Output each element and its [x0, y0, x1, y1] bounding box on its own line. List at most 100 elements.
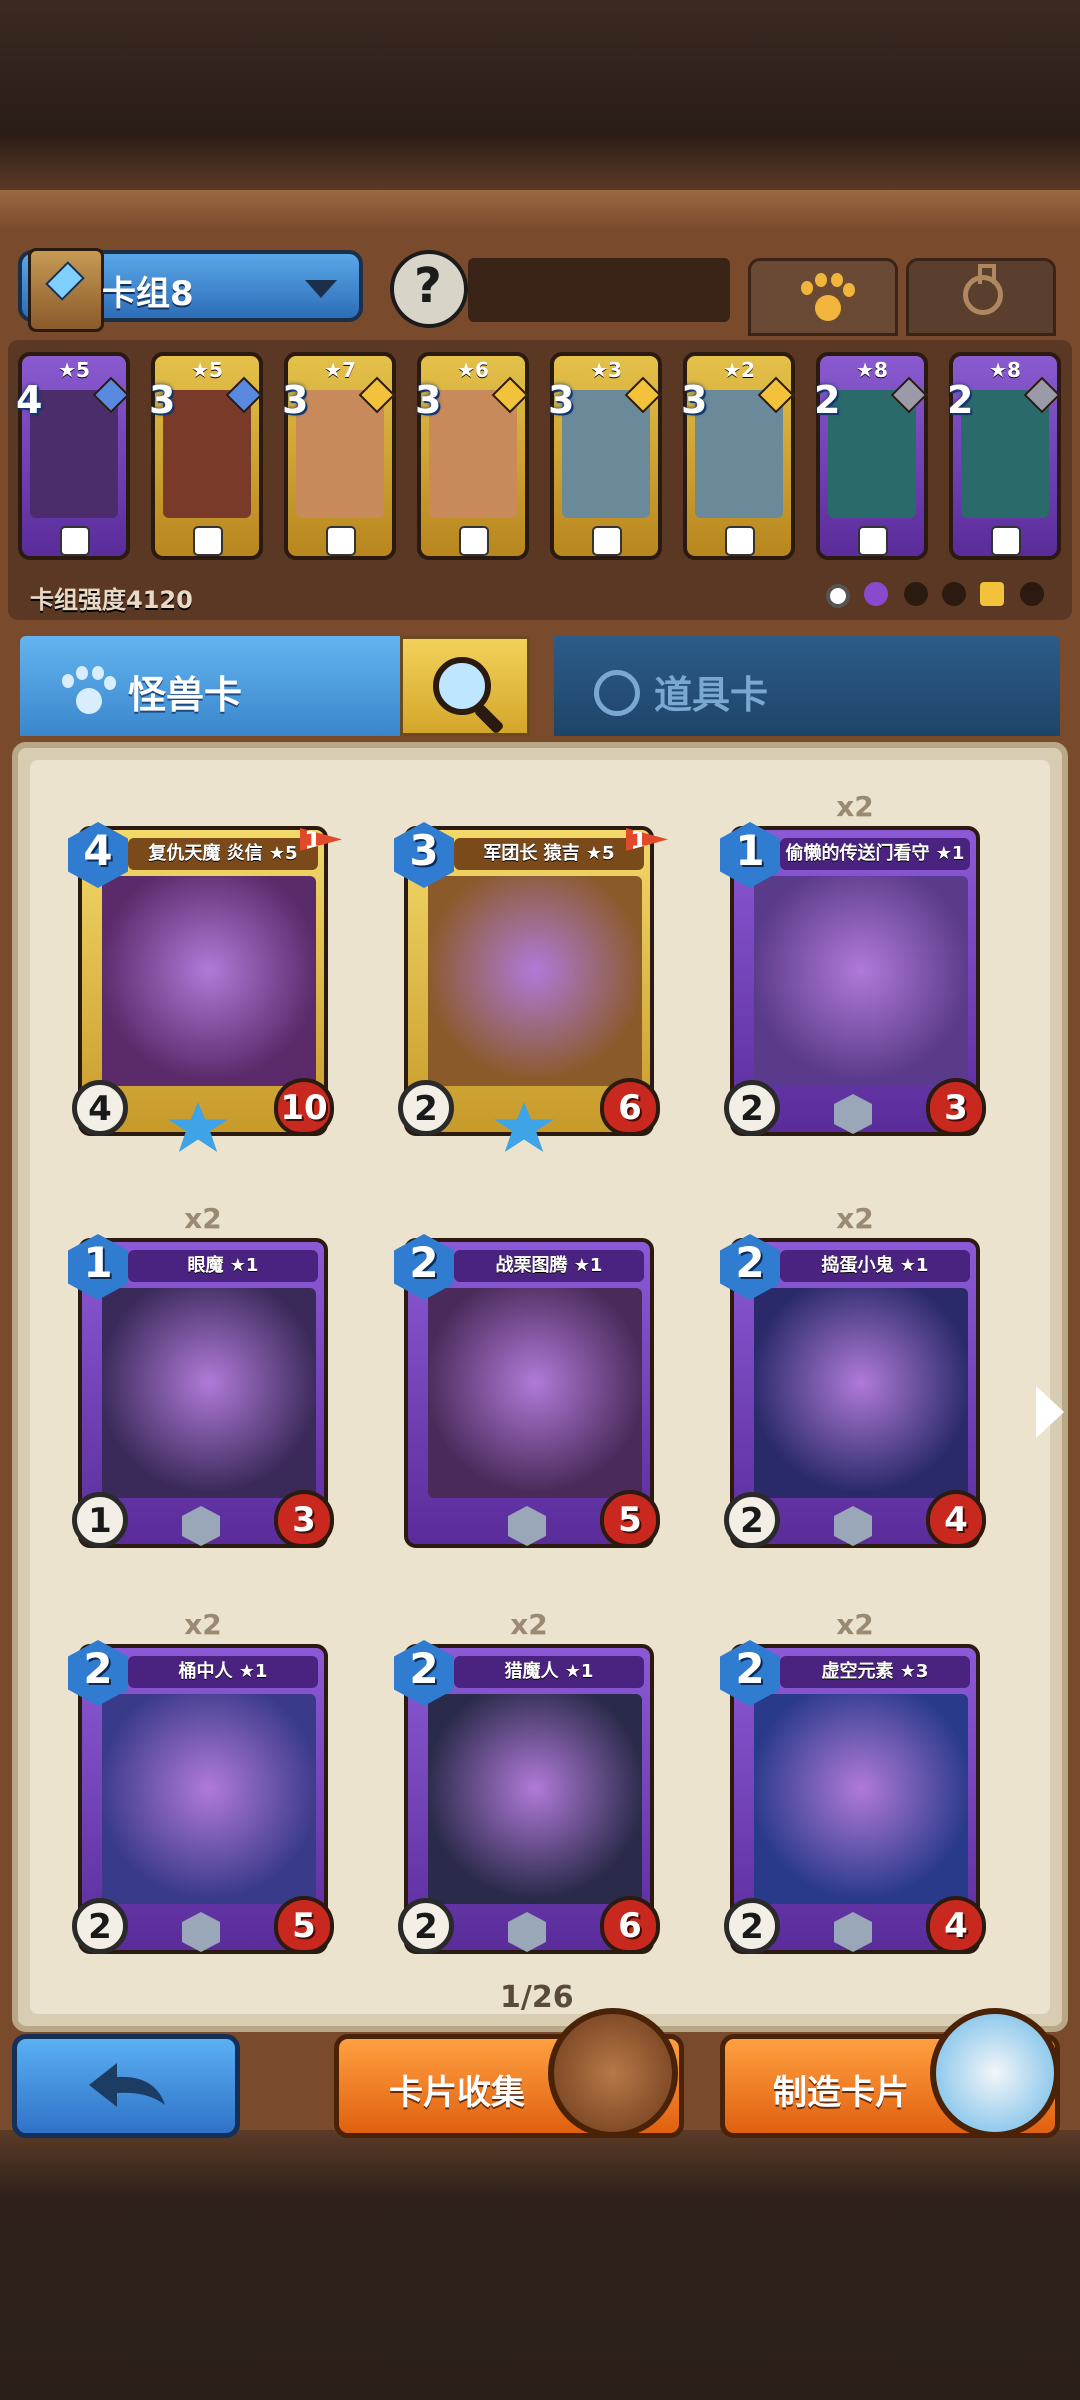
card-art	[428, 876, 642, 1086]
black-claw-icon[interactable]	[942, 582, 966, 606]
card-cost: 3	[149, 378, 176, 422]
health-heart-icon: 4	[926, 1896, 986, 1954]
collection-card[interactable]: 复仇天魔 炎信 ★5 4 10 4 1	[68, 822, 342, 1156]
health-heart-icon: 5	[600, 1490, 660, 1548]
card-health: 6	[618, 1088, 642, 1128]
card-art	[428, 1694, 642, 1904]
search-button[interactable]	[400, 636, 530, 736]
card-attack: 1	[88, 1501, 112, 1541]
card-attack: 2	[740, 1501, 764, 1541]
deck-name: 卡组8	[102, 274, 194, 314]
black-claw-icon[interactable]	[904, 582, 928, 606]
attack-circle: 2	[398, 1080, 454, 1136]
tab-item-label: 道具卡	[654, 673, 769, 717]
card-name: 眼魔 ★1	[128, 1250, 318, 1282]
back-button[interactable]	[12, 2034, 240, 2138]
dice-icon	[193, 526, 223, 556]
attack-circle: 2	[398, 1898, 454, 1954]
attack-circle: 2	[724, 1080, 780, 1136]
tab-item-deck[interactable]	[906, 258, 1056, 336]
category-tabs: 怪兽卡 道具卡	[20, 636, 1060, 736]
hero-name-box	[468, 258, 730, 322]
card-cost: 3	[415, 378, 442, 422]
deck-book-icon	[28, 248, 104, 332]
card-art	[961, 390, 1049, 518]
attack-circle: 2	[724, 1492, 780, 1548]
card-attack: 2	[740, 1089, 764, 1129]
tab-monster-deck[interactable]	[748, 258, 898, 336]
health-heart-icon: 3	[274, 1490, 334, 1548]
card-cost: 3	[282, 378, 309, 422]
collection-card[interactable]: x2 偷懒的传送门看守 ★1 1 3 2	[720, 790, 986, 1156]
deck-power: 卡组强度4120	[30, 586, 193, 614]
card-collection-icon[interactable]	[548, 2008, 678, 2138]
deck-card-slot[interactable]: ★7 3	[282, 352, 396, 560]
deck-card-slot[interactable]: ★8 2	[814, 352, 928, 560]
radio-selected-icon[interactable]	[826, 584, 850, 608]
potion-icon	[963, 264, 1003, 315]
card-name: 战栗图腾 ★1	[454, 1250, 644, 1282]
dice-icon	[991, 526, 1021, 556]
collection-card[interactable]: x2 猎魔人 ★1 2 6 2	[394, 1608, 660, 1974]
deck-card-slot[interactable]: ★3 3	[548, 352, 662, 560]
deck-card-slot[interactable]: ★2 3	[681, 352, 795, 560]
tab-monster-label: 怪兽卡	[128, 673, 243, 717]
collection-card[interactable]: x2 捣蛋小鬼 ★1 2 4 2	[720, 1202, 986, 1568]
health-heart-icon: 10	[274, 1078, 334, 1136]
card-copies: x2	[184, 1608, 222, 1641]
card-art	[163, 390, 251, 518]
card-art	[429, 390, 517, 518]
card-cost: 3	[548, 378, 575, 422]
deck-card-slot[interactable]: ★5 4	[16, 352, 130, 560]
gold-stack-icon[interactable]	[980, 582, 1004, 606]
dice-icon	[459, 526, 489, 556]
tab-monster-cards[interactable]: 怪兽卡	[20, 636, 400, 736]
craft-potion-icon[interactable]	[930, 2008, 1060, 2138]
question-mark-icon: ?	[414, 258, 442, 314]
dice-icon	[592, 526, 622, 556]
card-art	[296, 390, 384, 518]
collection-card[interactable]: 军团长 猿吉 ★5 3 6 2 1	[394, 822, 668, 1156]
chevron-down-icon	[305, 280, 337, 298]
card-name: 军团长 猿吉 ★5	[454, 838, 644, 870]
health-heart-icon: 3	[926, 1078, 986, 1136]
deck-selector-dropdown[interactable]: 卡组8	[18, 248, 363, 332]
card-cost: 3	[681, 378, 708, 422]
card-cost: 2	[814, 378, 841, 422]
health-heart-icon: 5	[274, 1896, 334, 1954]
deck-card-slot[interactable]: ★8 2	[947, 352, 1061, 560]
card-name: 桶中人 ★1	[128, 1656, 318, 1688]
card-cost: 2	[947, 378, 974, 422]
card-collection-label: 卡片收集	[389, 2073, 525, 2113]
card-art	[754, 876, 968, 1086]
next-page-arrow-icon[interactable]	[1036, 1386, 1064, 1438]
card-health: 5	[618, 1500, 642, 1540]
paw-icon	[60, 666, 116, 718]
card-copies: x2	[836, 790, 874, 823]
card-copies: x2	[836, 1608, 874, 1641]
purple-gem-icon[interactable]	[864, 582, 888, 606]
hero-avatar-unknown[interactable]: ?	[390, 250, 468, 328]
attack-circle: 2	[72, 1898, 128, 1954]
deck-header: 卡组8 ?	[18, 248, 1062, 340]
collection-card[interactable]: x2 眼魔 ★1 1 3 1	[68, 1202, 334, 1568]
page-indicator: 1/26	[500, 1980, 574, 2015]
search-icon-handle	[473, 703, 505, 735]
attack-circle: 4	[72, 1080, 128, 1136]
card-name: 复仇天魔 炎信 ★5	[128, 838, 318, 870]
card-health: 4	[944, 1500, 968, 1540]
card-art	[695, 390, 783, 518]
craft-card-label: 制造卡片	[773, 2073, 909, 2113]
tab-item-cards[interactable]: 道具卡	[554, 636, 1060, 736]
deck-card-slot[interactable]: ★5 3	[149, 352, 263, 560]
card-health: 4	[944, 1906, 968, 1946]
deck-card-strip: ★5 4 ★5 3 ★7 3 ★6 3 ★3 3 ★2 3 ★8 2 ★8 2	[8, 340, 1072, 620]
collection-card[interactable]: 战栗图腾 ★1 2 5	[394, 1234, 660, 1568]
collection-card[interactable]: x2 虚空元素 ★3 2 4 2	[720, 1608, 986, 1974]
black-fist-icon[interactable]	[1020, 582, 1044, 606]
collection-card[interactable]: x2 桶中人 ★1 2 5 2	[68, 1608, 334, 1974]
top-wood-border	[0, 0, 1080, 190]
dice-icon	[858, 526, 888, 556]
deck-card-slot[interactable]: ★6 3	[415, 352, 529, 560]
paw-icon	[799, 273, 855, 325]
